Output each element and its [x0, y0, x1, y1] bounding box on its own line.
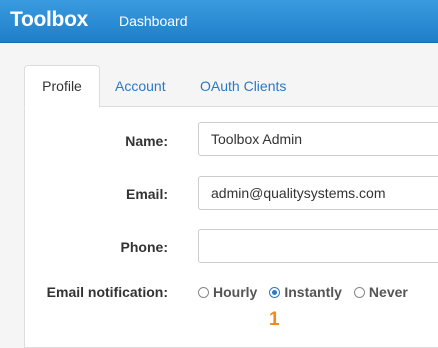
name-field[interactable] — [198, 122, 438, 156]
phone-field[interactable] — [198, 229, 438, 263]
tab-profile[interactable]: Profile — [24, 65, 100, 108]
brand-logo[interactable]: Toolbox — [10, 8, 88, 32]
radio-never[interactable]: Never — [353, 284, 408, 300]
annotation-marker: 1 — [269, 309, 280, 330]
radio-instantly[interactable]: Instantly — [269, 284, 342, 300]
email-notification-radio-group: Hourly Instantly Never — [198, 283, 420, 301]
radio-instantly-circle[interactable] — [269, 286, 281, 298]
radio-hourly-label: Hourly — [213, 284, 258, 300]
tab-account[interactable]: Account — [115, 66, 166, 106]
name-label: Name: — [125, 133, 168, 149]
nav-dashboard-link[interactable]: Dashboard — [119, 13, 188, 29]
tab-oauth-clients[interactable]: OAuth Clients — [200, 66, 286, 106]
radio-instantly-label: Instantly — [284, 284, 342, 300]
phone-label: Phone: — [120, 239, 168, 255]
radio-never-circle[interactable] — [353, 286, 365, 298]
radio-hourly-circle[interactable] — [198, 286, 209, 298]
top-navbar: Toolbox Dashboard — [0, 0, 438, 43]
email-label: Email: — [125, 186, 168, 202]
radio-never-label: Never — [368, 284, 408, 300]
email-notification-label: Email notification: — [46, 284, 168, 300]
email-field[interactable] — [198, 176, 438, 210]
radio-hourly[interactable]: Hourly — [198, 284, 257, 300]
